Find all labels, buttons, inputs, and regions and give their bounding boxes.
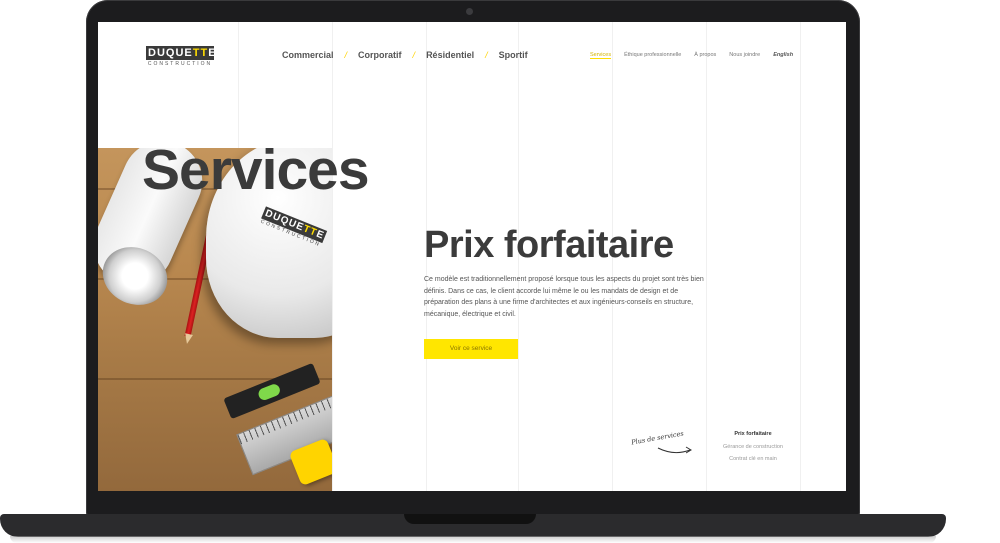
nav-item-sportif[interactable]: Sportif <box>499 50 528 60</box>
top-nav: Services Éthique professionnelle À propo… <box>590 52 793 59</box>
nav-separator: / <box>412 50 416 60</box>
grid-line <box>332 22 333 491</box>
pencil-tip <box>183 333 193 345</box>
grid-line <box>800 22 801 491</box>
logo-text-highlight: TT <box>192 47 209 59</box>
nav-item-commercial[interactable]: Commercial <box>282 50 334 60</box>
logo-subtitle: CONSTRUCTION <box>147 61 213 67</box>
top-nav-a-propos[interactable]: À propos <box>694 52 716 59</box>
logo-text: E <box>208 47 217 59</box>
site-logo[interactable]: DUQUE TT E CONSTRUCTION <box>146 46 217 67</box>
top-nav-nous-joindre[interactable]: Nous joindre <box>729 52 760 59</box>
website-screen: DUQUE TT E CONSTRUCTION Commercial / Corpo… <box>98 22 846 491</box>
services-list-item[interactable]: Prix forfaitaire <box>708 428 798 441</box>
service-title: Prix forfaitaire <box>424 224 674 266</box>
logo-wordmark: DUQUE TT E <box>146 46 217 60</box>
nav-item-residentiel[interactable]: Résidentiel <box>426 50 474 60</box>
level-bubble <box>256 382 282 402</box>
top-nav-ethique[interactable]: Éthique professionnelle <box>624 52 681 59</box>
laptop-shadow <box>10 536 936 543</box>
service-description: Ce modèle est traditionnellement proposé… <box>424 276 704 318</box>
services-list-item[interactable]: Contrat clé en main <box>708 453 798 466</box>
page-title: Services <box>142 138 370 203</box>
view-service-button[interactable]: Voir ce service <box>424 339 518 359</box>
camera-icon <box>466 8 473 15</box>
laptop-notch <box>404 514 536 524</box>
services-list: Prix forfaitaire Gérance de construction… <box>708 428 798 466</box>
main-nav: Commercial / Corporatif / Résidentiel / … <box>282 50 528 60</box>
services-list-item[interactable]: Gérance de construction <box>708 441 798 454</box>
nav-separator: / <box>344 50 348 60</box>
nav-separator: / <box>485 50 488 60</box>
arrow-right-icon <box>657 446 692 454</box>
service-panel: Prix forfaitaire Ce modèle est tradition… <box>424 226 704 359</box>
language-switch[interactable]: English <box>773 52 793 59</box>
nav-item-corporatif[interactable]: Corporatif <box>358 50 402 60</box>
grid-line <box>706 22 707 491</box>
top-nav-services[interactable]: Services <box>590 52 612 59</box>
logo-text: DUQUE <box>148 47 193 59</box>
